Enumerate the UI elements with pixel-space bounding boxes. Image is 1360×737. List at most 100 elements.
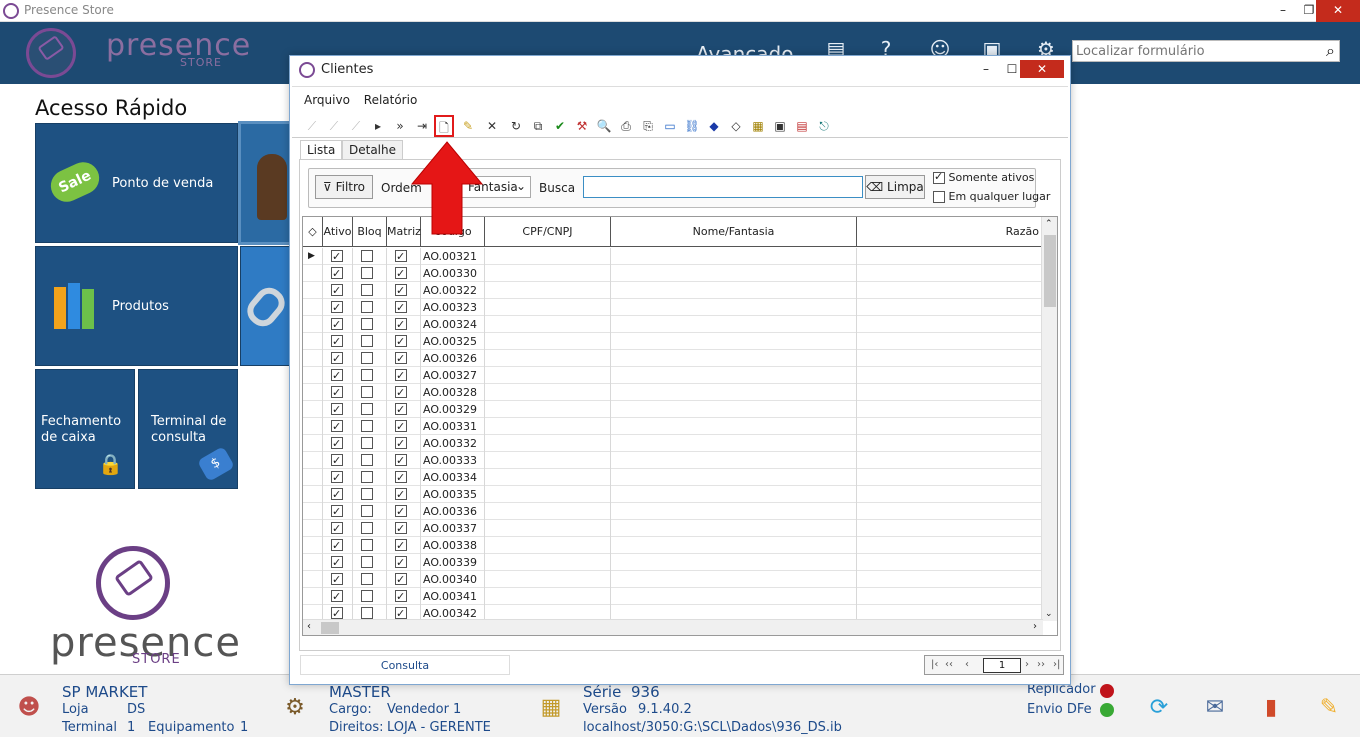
matriz-checkbox[interactable]: [395, 486, 407, 503]
tile-terminal-de-consulta[interactable]: Terminal de consulta $: [138, 369, 238, 489]
ativo-checkbox[interactable]: [331, 452, 343, 469]
bloq-checkbox[interactable]: [361, 437, 373, 449]
export-icon[interactable]: ⧉: [528, 115, 548, 137]
filter-button[interactable]: ⊽ Filtro: [315, 175, 373, 199]
ativo-checkbox[interactable]: [331, 418, 343, 435]
table-row[interactable]: AO.00336: [303, 503, 1043, 520]
ativo-checkbox[interactable]: [331, 384, 343, 401]
form-search-input[interactable]: [1073, 41, 1313, 61]
bloq-checkbox[interactable]: [361, 335, 373, 347]
ativo-checkbox[interactable]: [331, 248, 343, 265]
matriz-checkbox[interactable]: [395, 265, 407, 282]
vertical-scroll-thumb[interactable]: [1044, 235, 1056, 307]
ativo-checkbox[interactable]: [331, 503, 343, 520]
bloq-checkbox[interactable]: [361, 284, 373, 296]
matriz-checkbox[interactable]: [395, 554, 407, 571]
scroll-down-icon[interactable]: ⌄: [1045, 609, 1053, 619]
notes-icon[interactable]: ✎: [1314, 693, 1344, 723]
table-row[interactable]: AO.00330: [303, 265, 1043, 282]
pager-last-icon[interactable]: ›|: [1053, 659, 1060, 670]
close-button[interactable]: ✕: [1316, 0, 1360, 22]
ativo-checkbox[interactable]: [331, 282, 343, 299]
matriz-checkbox[interactable]: [395, 571, 407, 588]
menu-arquivo[interactable]: Arquivo: [304, 93, 350, 107]
em-qualquer-lugar-checkbox[interactable]: [933, 191, 945, 203]
matriz-checkbox[interactable]: [395, 520, 407, 537]
ativo-checkbox[interactable]: [331, 554, 343, 571]
bloq-checkbox[interactable]: [361, 318, 373, 330]
table-row[interactable]: AO.00332: [303, 435, 1043, 452]
pager-prior-icon[interactable]: ‹: [965, 659, 969, 670]
somente-ativos-checkbox[interactable]: [933, 170, 945, 184]
pager-next-icon[interactable]: ›: [1025, 659, 1029, 670]
bloq-checkbox[interactable]: [361, 369, 373, 381]
bloq-checkbox[interactable]: [361, 250, 373, 262]
table-row[interactable]: AO.00331: [303, 418, 1043, 435]
dialog-close-button[interactable]: ✕: [1020, 60, 1064, 78]
bloq-checkbox[interactable]: [361, 505, 373, 517]
bloq-checkbox[interactable]: [361, 607, 373, 619]
print-icon[interactable]: ⎙: [616, 115, 636, 137]
last-record-icon[interactable]: ⇥: [412, 115, 432, 137]
table-row[interactable]: AO.00322: [303, 282, 1043, 299]
ativo-checkbox[interactable]: [331, 316, 343, 333]
ativo-checkbox[interactable]: [331, 299, 343, 316]
pager-prior-page-icon[interactable]: ‹‹: [945, 659, 953, 670]
bloq-checkbox[interactable]: [361, 573, 373, 585]
tab-lista[interactable]: Lista: [300, 140, 343, 161]
bloq-checkbox[interactable]: [361, 352, 373, 364]
tile-ponto-de-venda[interactable]: Sale Ponto de venda: [35, 123, 238, 243]
eraser-icon[interactable]: ◆: [704, 115, 724, 137]
delete-record-icon[interactable]: ✕: [482, 115, 502, 137]
table-row[interactable]: AO.00323: [303, 299, 1043, 316]
matriz-checkbox[interactable]: [395, 350, 407, 367]
matriz-checkbox[interactable]: [395, 588, 407, 605]
col-bloq[interactable]: Bloq: [353, 217, 387, 247]
tab-consulta[interactable]: Consulta: [300, 655, 510, 675]
ativo-checkbox[interactable]: [331, 367, 343, 384]
bloq-checkbox[interactable]: [361, 539, 373, 551]
tab-detalhe[interactable]: Detalhe: [342, 140, 404, 160]
pager-next-page-icon[interactable]: ››: [1037, 659, 1045, 670]
matriz-checkbox[interactable]: [395, 418, 407, 435]
ativo-checkbox[interactable]: [331, 520, 343, 537]
matriz-checkbox[interactable]: [395, 384, 407, 401]
ativo-checkbox[interactable]: [331, 486, 343, 503]
bloq-checkbox[interactable]: [361, 522, 373, 534]
scroll-up-icon[interactable]: ⌃: [1045, 219, 1053, 229]
table-row[interactable]: AO.00341: [303, 588, 1043, 605]
filter-icon[interactable]: ▦: [748, 115, 768, 137]
ativo-checkbox[interactable]: [331, 537, 343, 554]
ativo-checkbox[interactable]: [331, 350, 343, 367]
bloq-checkbox[interactable]: [361, 590, 373, 602]
ativo-checkbox[interactable]: [331, 469, 343, 486]
bloq-checkbox[interactable]: [361, 488, 373, 500]
bloq-checkbox[interactable]: [361, 386, 373, 398]
horizontal-scroll-thumb[interactable]: [321, 622, 339, 634]
new-record-icon[interactable]: 🗋: [434, 115, 454, 137]
card-icon[interactable]: ▭: [660, 115, 680, 137]
grid-vertical-scrollbar[interactable]: ⌃ ⌄: [1041, 217, 1057, 621]
bloq-checkbox[interactable]: [361, 301, 373, 313]
pager-page-input[interactable]: 1: [983, 658, 1021, 673]
report-icon[interactable]: ▤: [792, 115, 812, 137]
busca-input[interactable]: [583, 176, 863, 198]
next-record-icon[interactable]: ▸: [368, 115, 388, 137]
matriz-checkbox[interactable]: [395, 367, 407, 384]
matriz-checkbox[interactable]: [395, 452, 407, 469]
matriz-checkbox[interactable]: [395, 248, 407, 265]
table-row[interactable]: AO.00329: [303, 401, 1043, 418]
mail-icon[interactable]: ✉: [1200, 693, 1230, 723]
refresh-icon[interactable]: ↻: [506, 115, 526, 137]
goto-icon[interactable]: ◇: [726, 115, 746, 137]
tile-clientes[interactable]: [238, 121, 292, 245]
tools-icon[interactable]: ⚒: [572, 115, 592, 137]
matriz-checkbox[interactable]: [395, 469, 407, 486]
confirm-icon[interactable]: ✔: [550, 115, 570, 137]
menu-relatorio[interactable]: Relatório: [364, 93, 418, 107]
bloq-checkbox[interactable]: [361, 420, 373, 432]
bloq-checkbox[interactable]: [361, 403, 373, 415]
table-row[interactable]: AO.00326: [303, 350, 1043, 367]
table-row[interactable]: AO.00328: [303, 384, 1043, 401]
ativo-checkbox[interactable]: [331, 435, 343, 452]
